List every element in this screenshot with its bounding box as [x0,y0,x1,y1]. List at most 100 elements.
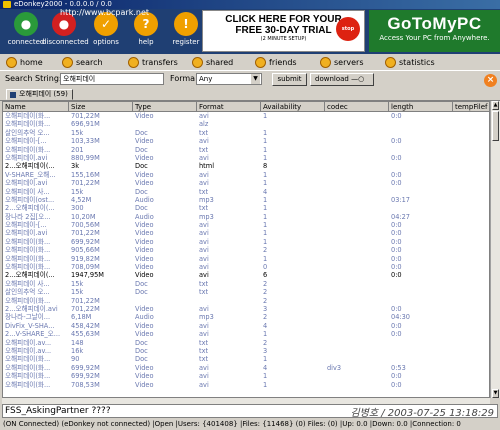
scroll-up-icon[interactable]: ▲ [492,101,499,110]
table-cell: Video [135,221,154,230]
nav-home[interactable]: home [6,57,43,68]
table-cell: avi [199,229,209,238]
table-cell: 오해피데이(화... [5,363,51,372]
col-codec[interactable]: codec [325,102,389,112]
table-cell: 0:0 [391,271,402,280]
nav-servers[interactable]: servers [320,57,364,68]
table-row[interactable]: DivFix_V-SHA... 458,42M Video avi 4 0:0 [3,322,489,330]
table-row[interactable]: 오해피데이(화... 699,92M Video avi 4 div3 0:53 [3,364,489,372]
table-row[interactable]: V-SHARE_오해... 155,16M Video avi 1 0:0 [3,171,489,179]
table-cell: 0 [263,263,268,272]
scroll-thumb[interactable] [492,111,499,141]
nav-friends[interactable]: friends [255,57,297,68]
table-row[interactable]: 오해피데이.avi 701,22M Video avi 1 0:0 [3,229,489,237]
table-row[interactable]: 2...오해피데이.avi 701,22M Video avi 3 0:0 [3,305,489,313]
table-row[interactable]: 오해피데이 사... 15k Doc txt 4 [3,188,489,196]
table-row[interactable]: 2...오해피데이(... 1947,95M Video avi 6 0:0 [3,271,489,279]
col-tempfile[interactable]: tempFilef [453,102,489,112]
table-row[interactable]: 오해피데이(화... 90 Doc txt 1 [3,355,489,363]
table-cell: Doc [135,288,148,297]
options-button[interactable]: ✓ options [84,12,128,46]
search-input[interactable]: 오해피데이 [60,73,164,85]
table-cell: 2...V-SHARE_오... [5,330,61,339]
submit-button[interactable]: submit [272,73,307,86]
trial-ad-banner[interactable]: CLICK HERE FOR YOUR FREE 30-DAY TRIAL (2… [202,10,365,52]
col-length[interactable]: length [389,102,453,112]
table-cell: 오해피데이(화... [5,112,51,120]
table-cell: Video [135,112,154,120]
table-row[interactable]: 오해피데이-[... 700,56M Video avi 1 0:0 [3,221,489,229]
table-row[interactable]: 오해피데이(화... 696,91M alz [3,120,489,128]
search-icon [62,57,73,68]
col-type[interactable]: Type [133,102,197,112]
nav-transfers[interactable]: transfers [128,57,178,68]
table-row[interactable]: 오해피데이(화... 919,82M Video avi 1 0:0 [3,255,489,263]
table-cell: avi [199,304,209,313]
nav-search[interactable]: search [62,57,103,68]
table-row[interactable]: 살인의추억 오... 15k Doc txt 1 [3,129,489,137]
table-cell: 1 [263,179,268,188]
close-search-icon[interactable]: × [484,74,497,87]
table-row[interactable]: 오해피데이(화... 708,53M Video avi 1 0:0 [3,381,489,389]
table-cell: DivFix_V-SHA... [5,321,55,330]
table-cell: 0:0 [391,170,402,179]
table-cell: Video [135,153,154,162]
table-cell: mp3 [199,212,214,221]
col-name[interactable]: Name [3,102,69,112]
table-row[interactable]: 2...V-SHARE_오... 455,63M Video avi 1 0:0 [3,330,489,338]
results-tab[interactable]: 오해피데이 (59) [6,89,73,100]
table-row[interactable]: 오해피데이(화... 699,92M Video avi 1 0:0 [3,372,489,380]
table-cell: 1 [263,170,268,179]
nav-shared[interactable]: shared [192,57,233,68]
table-row[interactable]: 오해피데이.av... 148 Doc txt 2 [3,339,489,347]
vertical-scrollbar[interactable]: ▲ ▼ [490,101,500,398]
table-cell: 3 [263,304,268,313]
table-cell: 0:0 [391,246,402,255]
table-cell: 오해피데이(화... [5,296,51,305]
table-cell: Video [135,170,154,179]
table-row[interactable]: 오해피데이.avi 701,22M Video avi 1 0:0 [3,179,489,187]
table-cell: Doc [135,162,148,171]
table-row[interactable]: 오해피데이(화... 905,66M Video avi 2 0:0 [3,246,489,254]
table-cell: 708,53M [71,380,100,389]
table-row[interactable]: 오해피데이(ost... 4,52M Audio mp3 1 03:17 [3,196,489,204]
table-cell: 오해피데이 사... [5,279,50,288]
table-row[interactable]: 오해피데이(화... 708,09M Video avi 0 0:0 [3,263,489,271]
table-row[interactable]: 오해피데이 사... 15k Doc txt 2 [3,280,489,288]
table-row[interactable]: 오해피데이(화... 699,92M Video avi 1 0:0 [3,238,489,246]
table-cell: Video [135,372,154,381]
table-cell: 3 [263,346,268,355]
table-cell: 1 [263,195,268,204]
col-size[interactable]: Size [69,102,133,112]
table-row[interactable]: 오해피데이-[... 103,33M Video avi 1 0:0 [3,137,489,145]
gotomypc-ad-banner[interactable]: GoToMyPC Access Your PC from Anywhere. [369,10,500,52]
column-header: Name Size Type Format Availability codec… [3,102,489,112]
disconnected-button[interactable]: ● disconnected [42,12,89,46]
table-row[interactable]: 장나라 2집[오... 10,20M Audio mp3 1 04:27 [3,213,489,221]
table-row[interactable]: 오해피데이.av... 16k Doc txt 3 [3,347,489,355]
nav-statistics[interactable]: statistics [385,57,435,68]
help-button[interactable]: ? help [124,12,168,46]
table-cell: 300 [71,204,84,213]
table-cell: 6 [263,271,268,280]
table-row[interactable]: 오해피데이(화... 201 Doc txt 1 [3,146,489,154]
download-arrow-icon: —○ [351,75,365,83]
table-row[interactable]: 오해피데이(화... 701,22M 2 [3,297,489,305]
col-format[interactable]: Format [197,102,261,112]
table-cell: Doc [135,338,148,347]
table-row[interactable]: 살인의추억 오... 15k Doc txt 2 [3,288,489,296]
table-cell: mp3 [199,195,214,204]
table-cell: Video [135,321,154,330]
table-row[interactable]: 오해피데이.avi 880,99M Video avi 1 0:0 [3,154,489,162]
table-cell: 155,16M [71,170,100,179]
format-select[interactable]: Any ▼ [196,73,262,85]
table-row[interactable]: 2...오해피데이(... 3k Doc html 8 [3,162,489,170]
table-row[interactable]: 오해피데이(화... 701,22M Video avi 1 0:0 [3,112,489,120]
download-button[interactable]: download —○ [310,73,374,86]
table-cell: avi [199,363,209,372]
scroll-down-icon[interactable]: ▼ [492,389,499,398]
col-availability[interactable]: Availability [261,102,325,112]
table-row[interactable]: 2...오해피데이(... 300 Doc txt 1 [3,204,489,212]
table-cell: 1947,95M [71,271,104,280]
table-row[interactable]: 장나라-그날이... 6,18M Audio mp3 2 04:30 [3,313,489,321]
